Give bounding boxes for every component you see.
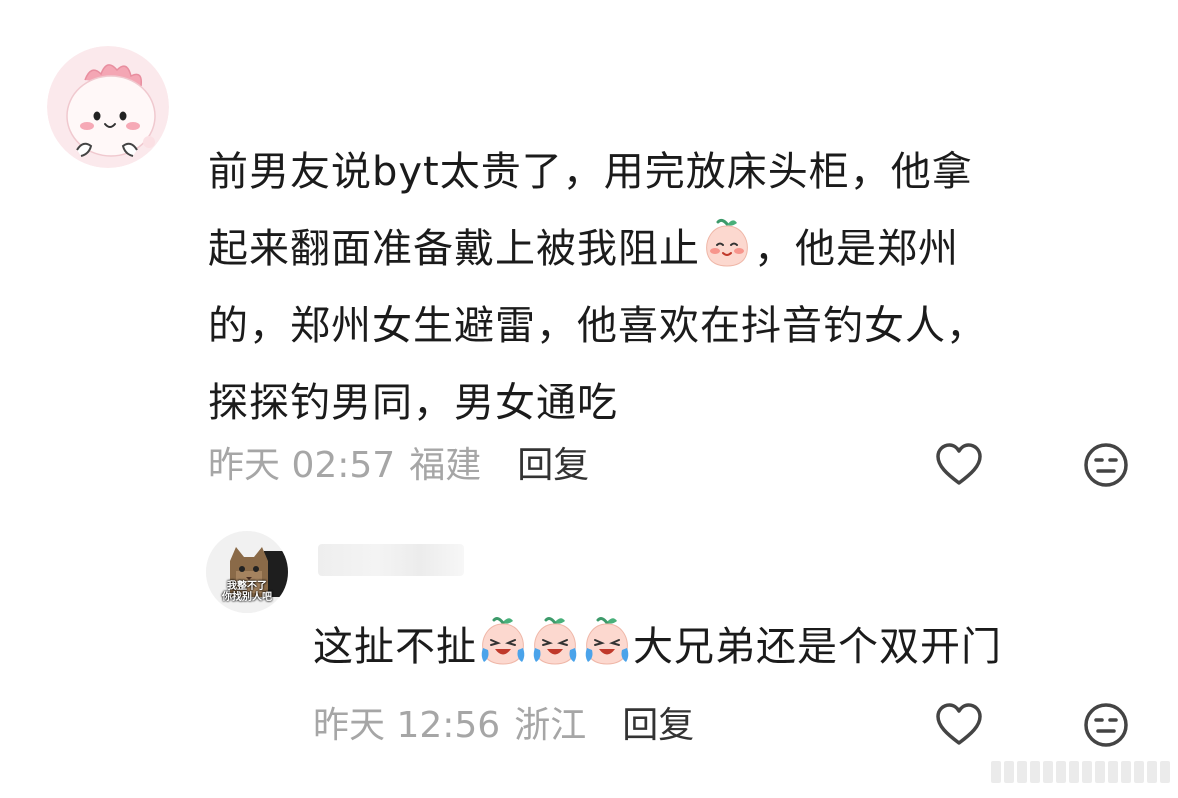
smiling-peach-emoji xyxy=(702,218,752,268)
comment-2-location: 浙江 xyxy=(514,705,587,746)
meh-face-icon[interactable] xyxy=(1080,439,1132,491)
meh-face-icon[interactable] xyxy=(1080,699,1132,751)
comment-1-time: 昨天 02:57 xyxy=(208,445,396,486)
comment-1: 前男友说byt太贵了，用完放床头柜，他拿 起来翻面准备戴上被我阻止 ，他是郑州 … xyxy=(0,0,1178,510)
comment-1-line-4: 探探钓男同，男女通吃 xyxy=(208,380,618,426)
comment-1-reply-button[interactable]: 回复 xyxy=(517,436,589,488)
comment-2-meta: 昨天 12:56 浙江 回复 xyxy=(313,697,694,747)
comment-2-reply-button[interactable]: 回复 xyxy=(622,696,694,748)
heart-outline-icon[interactable] xyxy=(933,439,985,491)
comment-2-time: 昨天 12:56 xyxy=(313,705,501,746)
comment-1-text: 前男友说byt太贵了，用完放床头柜，他拿 起来翻面准备戴上被我阻止 ，他是郑州 … xyxy=(208,134,1108,442)
comment-2-text: 这扯不扯 大兄弟还是个双开门 xyxy=(313,614,1002,680)
comment-1-line-2: 起来翻面准备戴上被我阻止 ，他是郑州 xyxy=(208,211,1108,288)
avatar-caption: 我整不了 你找别人吧 xyxy=(222,581,272,603)
crying-laughing-peach-emoji xyxy=(478,616,528,666)
pink-cartoon-avatar-icon[interactable] xyxy=(47,46,169,168)
blurred-username[interactable] xyxy=(318,544,464,576)
heart-outline-icon[interactable] xyxy=(933,699,985,751)
comment-1-line-3: 的，郑州女生避雷，他喜欢在抖音钓女人， xyxy=(208,303,987,349)
comment-1-line-1: 前男友说byt太贵了，用完放床头柜，他拿 xyxy=(208,149,973,195)
watermark xyxy=(974,754,1170,790)
cat-meme-avatar-icon[interactable]: 我整不了 你找别人吧 xyxy=(206,531,288,613)
crying-laughing-peach-emoji xyxy=(582,616,632,666)
comment-1-meta: 昨天 02:57 福建 回复 xyxy=(208,437,589,487)
comment-1-location: 福建 xyxy=(409,445,482,486)
crying-laughing-peach-emoji xyxy=(530,616,580,666)
